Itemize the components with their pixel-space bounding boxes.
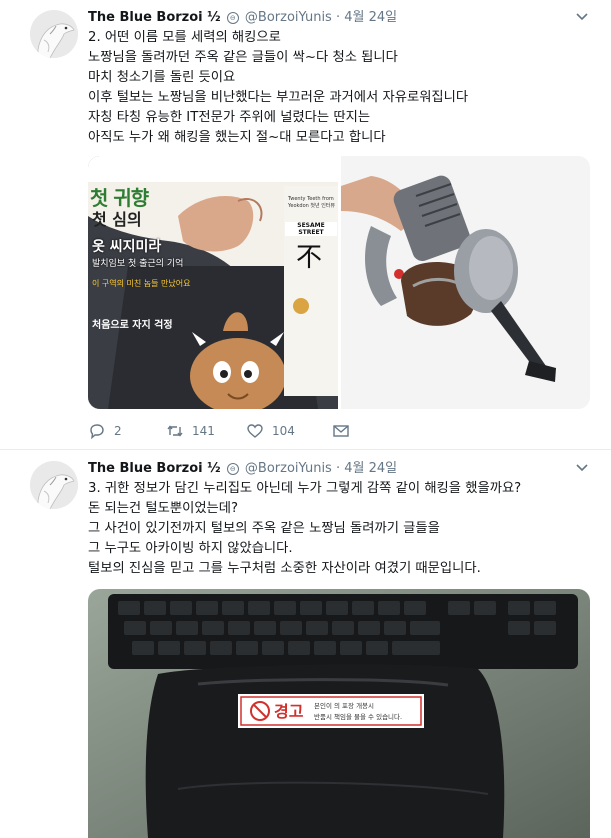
chevron-down-icon[interactable] [575,10,589,24]
warning-text-2: 반품시 책임을 물을 수 있습니다. [314,713,403,721]
heart-icon [247,424,263,438]
vacuum-cleaner-image [341,156,590,409]
tweet-media[interactable]: 경고 본인이 의 포장 개봉시 반품시 책임을 물을 수 있습니다. [88,589,590,838]
badge-icon: ⊖ [226,462,239,475]
tweet-actions: 2 141 104 [88,420,388,442]
media-magazine-photo[interactable]: 不 첫 귀향 첫 심의 옷 씨지미라 발치임보 첫 출근의 기억 이 구역의 미… [88,156,338,409]
chevron-down-icon[interactable] [575,461,589,475]
badge-icon: ⊖ [226,11,239,24]
author-name[interactable]: The Blue Borzoi ½ [88,461,221,476]
magazine-sub-2: 이 구역의 미친 놈들 만났어요 [92,279,191,288]
reply-button[interactable]: 2 [88,422,166,440]
dot-separator: · [335,461,341,476]
tweet-text: 2. 어떤 이름 모를 세력의 해킹으로 노짱님을 돌려까던 주옥 같은 글들이… [88,28,593,148]
retweet-icon [167,425,183,437]
tweet-text-line: 노짱님을 돌려까던 주옥 같은 글들이 싹~다 청소 됩니다 [88,50,398,65]
tweet-header: The Blue Borzoi ½ ⊖ @BorzoiYunis · 4월 24… [88,459,591,479]
tweet-text-line: 마치 청소기를 돌린 듯이요 [88,70,236,85]
media-vacuum-photo[interactable] [341,156,590,409]
tweet-text-line: 털보의 진심을 믿고 그를 누구처럼 소중한 자산이라 여겼기 때문입니다. [88,561,481,576]
retweet-button[interactable]: 141 [166,422,246,440]
like-button[interactable]: 104 [246,422,332,440]
tweet-text-line: 아직도 누가 왜 해킹을 했는지 절~대 모른다고 합니다 [88,130,386,145]
tweet-date[interactable]: 4월 24일 [344,10,397,25]
borzoi-avatar-image [30,461,78,509]
reply-count: 2 [114,424,122,438]
retweet-count: 141 [192,424,215,438]
magazine-headline-1: 첫 심의 [92,210,142,229]
tweet-text-line: 그 누구도 아카이빙 하지 않았습니다. [88,541,293,556]
magazine-sub-3: 처음으로 자지 걱정 [92,320,173,331]
tweet-media[interactable]: 不 첫 귀향 첫 심의 옷 씨지미라 발치임보 첫 출근의 기억 이 구역의 미… [88,156,590,409]
tweet-text-line: 돈 되는건 털도뿐이었는데? [88,501,239,516]
magazine-headline-2: 옷 씨지미라 [92,239,162,255]
author-handle[interactable]: @BorzoiYunis [245,461,332,476]
magazine-side-text: Twenty Teeth from Yeokdon 첫년 인터뷰 [288,196,336,209]
avatar[interactable] [30,10,78,58]
direct-message-button[interactable] [332,422,350,440]
warning-text-1: 본인이 의 포장 개봉시 [314,702,375,710]
tweet-text-line: 이후 털보는 노짱님을 비난했다는 부끄러운 과거에서 자유로워집니다 [88,90,469,105]
tweet-text-line: 그 사건이 있기전까지 털보의 주옥 같은 노짱님 돌려까기 글들을 [88,521,440,536]
tweet-text: 3. 귀한 정보가 담긴 누리집도 아닌데 누가 그렇게 감쪽 같이 해킹을 했… [88,479,593,579]
borzoi-avatar-image [30,10,78,58]
dot-separator: · [335,10,341,25]
tweet-text-line: 3. 귀한 정보가 담긴 누리집도 아닌데 누가 그렇게 감쪽 같이 해킹을 했… [88,481,522,496]
magazine-brand: SESAME STREET [285,222,337,236]
avatar[interactable] [30,461,78,509]
like-count: 104 [272,424,295,438]
warning-label: 경고 [274,702,304,721]
author-handle[interactable]: @BorzoiYunis [245,10,332,25]
tweet-2[interactable]: The Blue Borzoi ½ ⊖ @BorzoiYunis · 4월 24… [0,451,611,838]
magazine-vertical-mark: 不 [296,243,322,273]
envelope-icon [333,425,349,437]
tweet-text-line: 자칭 타칭 유능한 IT전문가 주위에 널렸다는 딴지는 [88,110,371,125]
author-name[interactable]: The Blue Borzoi ½ [88,10,221,25]
tweet-1[interactable]: The Blue Borzoi ½ ⊖ @BorzoiYunis · 4월 24… [0,0,611,450]
tweet-header: The Blue Borzoi ½ ⊖ @BorzoiYunis · 4월 24… [88,8,591,28]
tweet-text-line: 2. 어떤 이름 모를 세력의 해킹으로 [88,30,281,45]
reply-icon [90,424,104,440]
magazine-sub-1: 발치임보 첫 출근의 기억 [92,259,184,269]
tweet-date[interactable]: 4월 24일 [344,461,397,476]
